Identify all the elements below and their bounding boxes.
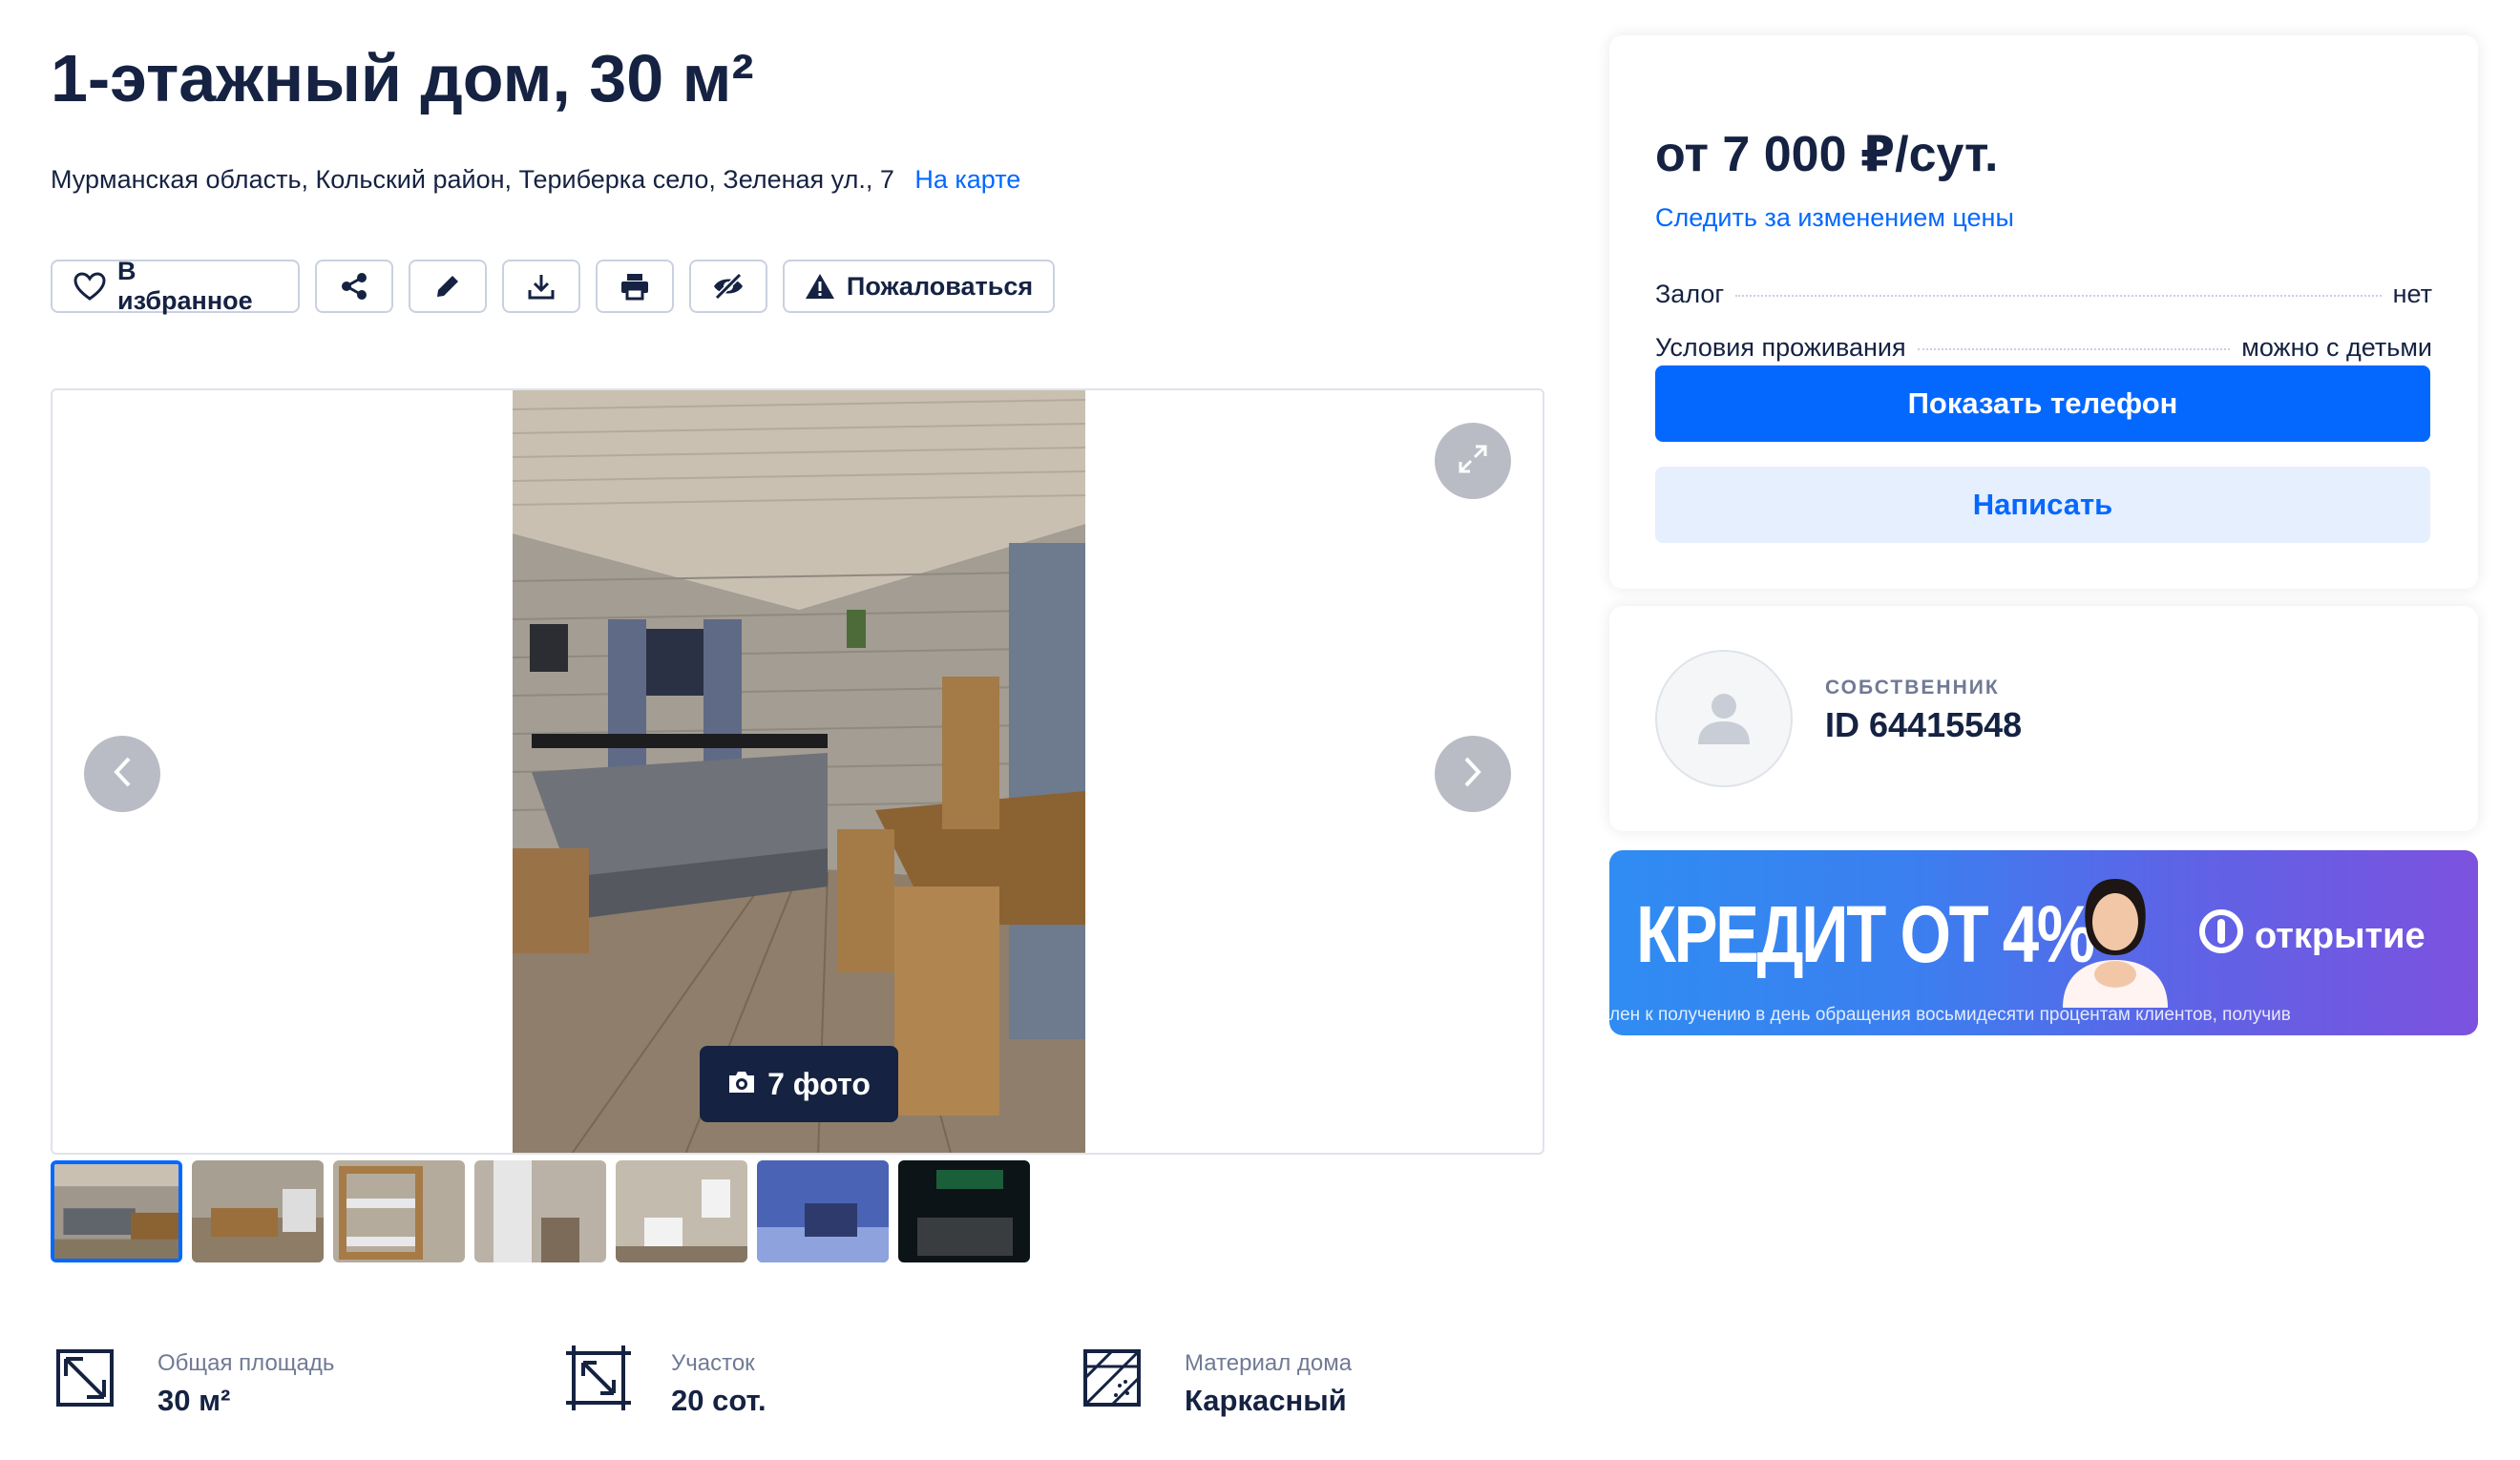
photo-count-button[interactable]: 7 фото xyxy=(700,1046,898,1122)
ad-headline: КРЕДИТ ОТ 4% xyxy=(1636,889,2095,979)
plot-icon xyxy=(564,1344,633,1412)
area-icon xyxy=(51,1344,119,1412)
price: от 7 000 ₽/сут. xyxy=(1655,127,1999,182)
spec-label: Участок xyxy=(671,1350,755,1376)
chevron-right-icon xyxy=(1462,755,1483,794)
conditions-row: Условия проживания можно с детьми xyxy=(1655,333,2432,363)
complain-label: Пожаловаться xyxy=(846,271,1034,301)
ad-brand: открытие xyxy=(2199,909,2426,963)
eye-crossed-icon xyxy=(712,272,745,301)
thumbnail-strip xyxy=(51,1160,1030,1262)
dotted-leader xyxy=(1735,295,2382,297)
ad-banner[interactable]: КРЕДИТ ОТ 4% открытие лен к получению в … xyxy=(1609,850,2478,1035)
deposit-label: Залог xyxy=(1655,280,1725,308)
photo-gallery[interactable]: 7 фото xyxy=(51,388,1544,1155)
show-phone-button[interactable]: Показать телефон xyxy=(1655,365,2430,442)
conditions-value: можно с детьми xyxy=(2241,333,2432,362)
conditions-label: Условия проживания xyxy=(1655,333,1906,362)
next-photo-button[interactable] xyxy=(1435,736,1511,812)
spec-label: Материал дома xyxy=(1185,1350,1353,1376)
thumbnail-3[interactable] xyxy=(333,1160,465,1262)
ad-brand-label: открытие xyxy=(2255,915,2426,956)
thumbnail-5[interactable] xyxy=(616,1160,747,1262)
ad-disclaimer: лен к получению в день обращения восьмид… xyxy=(1609,1005,2291,1025)
owner-card: СОБСТВЕННИК ID 64415548 xyxy=(1609,606,2478,831)
brand-logo-icon xyxy=(2199,909,2243,963)
main-content: 1-этажный дом, 30 м² Мурманская область,… xyxy=(51,0,1544,1460)
spec-total-area: Общая площадь 30 м² xyxy=(51,1344,564,1422)
specs-row: Общая площадь 30 м² Участок 20 сот. Мате… xyxy=(51,1344,1352,1422)
favorite-label: В избранное xyxy=(117,257,253,315)
action-bar: В избранное Пожаловаться xyxy=(51,257,1055,315)
deposit-value: нет xyxy=(2392,280,2432,308)
print-button[interactable] xyxy=(596,260,674,313)
spec-label: Общая площадь xyxy=(158,1350,335,1376)
spec-material: Материал дома Каркасный xyxy=(1078,1344,1352,1422)
fullscreen-button[interactable] xyxy=(1435,423,1511,499)
chevron-left-icon xyxy=(112,755,133,794)
share-icon xyxy=(340,272,368,301)
owner-role: СОБСТВЕННИК xyxy=(1825,677,2000,699)
hide-button[interactable] xyxy=(689,260,767,313)
photo-count-label: 7 фото xyxy=(767,1066,871,1101)
camera-icon xyxy=(727,1067,756,1102)
map-link[interactable]: На карте xyxy=(914,165,1020,194)
download-button[interactable] xyxy=(502,260,580,313)
thumbnail-1[interactable] xyxy=(51,1160,182,1262)
page-title: 1-этажный дом, 30 м² xyxy=(51,41,754,115)
user-icon xyxy=(1690,683,1757,755)
expand-icon xyxy=(1457,443,1489,480)
spec-plot: Участок 20 сот. xyxy=(564,1344,1078,1422)
price-card: от 7 000 ₽/сут. Следить за изменением це… xyxy=(1609,35,2478,589)
spec-value: Каркасный xyxy=(1185,1384,1347,1417)
thumbnail-6[interactable] xyxy=(757,1160,889,1262)
material-icon xyxy=(1078,1344,1146,1412)
share-button[interactable] xyxy=(315,260,393,313)
heart-icon xyxy=(74,272,106,301)
ad-person-image xyxy=(2063,879,2168,1008)
dotted-leader xyxy=(1917,348,2231,350)
printer-icon xyxy=(620,272,650,301)
prev-photo-button[interactable] xyxy=(84,736,160,812)
address-line: Мурманская область, Кольский район, Тери… xyxy=(51,160,1020,198)
owner-id[interactable]: ID 64415548 xyxy=(1825,705,2022,745)
download-icon xyxy=(527,272,556,301)
thumbnail-7[interactable] xyxy=(898,1160,1030,1262)
follow-price-link[interactable]: Следить за изменением цены xyxy=(1655,203,2014,233)
pencil-icon xyxy=(433,272,462,301)
main-photo[interactable] xyxy=(513,390,1085,1153)
edit-button[interactable] xyxy=(409,260,487,313)
write-button[interactable]: Написать xyxy=(1655,467,2430,543)
avatar[interactable] xyxy=(1655,650,1793,787)
address-text: Мурманская область, Кольский район, Тери… xyxy=(51,165,894,194)
favorite-button[interactable]: В избранное xyxy=(51,257,300,315)
thumbnail-2[interactable] xyxy=(192,1160,324,1262)
spec-value: 30 м² xyxy=(158,1384,231,1417)
spec-value: 20 сот. xyxy=(671,1384,766,1417)
deposit-row: Залог нет xyxy=(1655,280,2432,309)
warning-icon xyxy=(805,273,835,300)
thumbnail-4[interactable] xyxy=(474,1160,606,1262)
complain-button[interactable]: Пожаловаться xyxy=(783,260,1055,313)
